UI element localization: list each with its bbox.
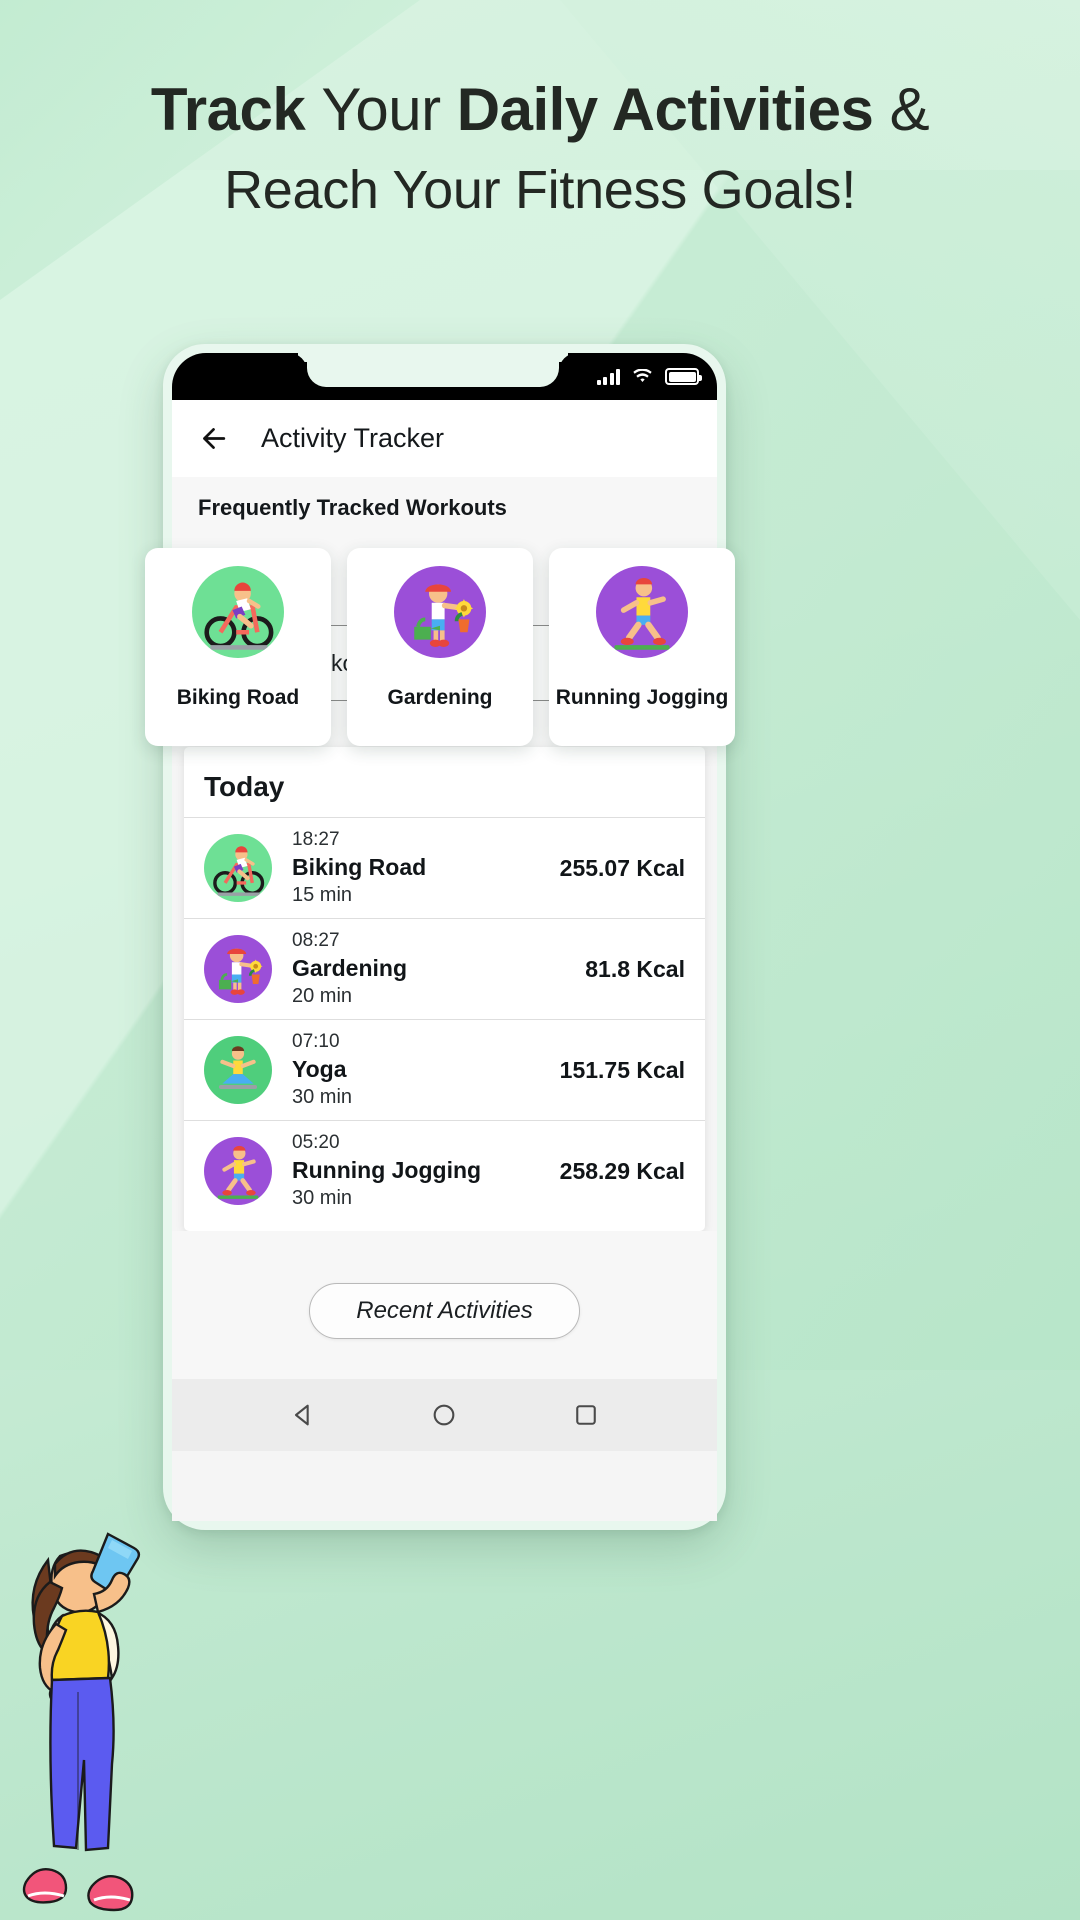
activity-calories: 255.07 Kcal [559, 854, 685, 881]
yoga-icon [204, 1036, 272, 1104]
table-row[interactable]: 07:10 Yoga 30 min 151.75 Kcal [184, 1019, 705, 1120]
workout-chip-biking-road[interactable]: Biking Road [145, 548, 331, 746]
promo-headline: Track Your Daily Activities & Reach Your… [0, 72, 1080, 224]
activity-time: 05:20 [292, 1132, 340, 1153]
runner-icon [596, 566, 688, 658]
recent-activities-button[interactable]: Recent Activities [309, 1283, 580, 1339]
nav-recents-square-icon[interactable] [572, 1401, 600, 1429]
phone-notch [289, 353, 577, 387]
activity-info: 05:20 Running Jogging 30 min [292, 1132, 540, 1210]
page-title: Activity Tracker [261, 423, 445, 453]
app-bar: Activity Tracker [172, 400, 717, 477]
activity-info: 18:27 Biking Road 15 min [292, 829, 540, 907]
status-bar [172, 353, 717, 400]
nav-back-triangle-icon[interactable] [289, 1401, 317, 1429]
activity-info: 08:27 Gardening 20 min [292, 930, 565, 1008]
workout-chip-label: Running Jogging [555, 686, 729, 709]
workout-chip-label: Biking Road [176, 686, 300, 709]
headline-track: Track [150, 76, 322, 143]
headline-daily-activities: Daily Activities [456, 76, 874, 143]
activity-duration: 30 min [292, 1187, 353, 1209]
activity-calories: 258.29 Kcal [559, 1157, 685, 1184]
table-row[interactable]: 05:20 Running Jogging 30 min 258.29 Kcal [184, 1120, 705, 1221]
activity-name: Yoga [292, 1056, 347, 1082]
frequently-tracked-section: Frequently Tracked Workouts [172, 477, 717, 529]
activity-calories: 81.8 Kcal [585, 955, 685, 982]
activity-time: 08:27 [292, 930, 340, 951]
today-activity-card: Today 18:27 Biking Road 15 min 255.07 Kc… [184, 747, 705, 1231]
woman-drinking-water-illustration [0, 1520, 215, 1920]
activity-name: Biking Road [292, 854, 427, 880]
workout-chip-label: Gardening [387, 686, 493, 709]
activity-name: Running Jogging [292, 1157, 482, 1183]
headline-ampersand: & [873, 76, 930, 143]
cyclist-icon [192, 566, 284, 658]
headline-your: Your [321, 76, 457, 143]
workout-chip-gardening[interactable]: Gardening [347, 548, 533, 746]
activity-duration: 20 min [292, 985, 353, 1007]
activity-info: 07:10 Yoga 30 min [292, 1031, 540, 1109]
activity-name: Gardening [292, 955, 408, 981]
status-bar-icons [596, 353, 702, 400]
back-arrow-icon[interactable] [198, 423, 229, 454]
frequently-tracked-title: Frequently Tracked Workouts [198, 495, 507, 520]
gardening-icon [204, 935, 272, 1003]
workout-chip-running-jogging[interactable]: Running Jogging [549, 548, 735, 746]
signal-bars-icon [596, 368, 620, 385]
wifi-icon [631, 368, 654, 385]
recent-activities-section: Recent Activities [172, 1231, 717, 1379]
activity-calories: 151.75 Kcal [559, 1056, 685, 1083]
headline-line-1: Track Your Daily Activities & [0, 72, 1080, 148]
activity-duration: 30 min [292, 1086, 353, 1108]
table-row[interactable]: 18:27 Biking Road 15 min 255.07 Kcal [184, 817, 705, 918]
phone-mockup: Activity Tracker Frequently Tracked Work… [163, 344, 726, 1530]
cyclist-icon [204, 834, 272, 902]
battery-full-icon [665, 368, 702, 385]
runner-icon [204, 1137, 272, 1205]
activity-time: 18:27 [292, 829, 340, 850]
today-heading: Today [204, 771, 285, 802]
frequently-tracked-workouts-list: Biking Road Gardening Running Jogging [145, 548, 935, 746]
gardening-icon [394, 566, 486, 658]
nav-home-circle-icon[interactable] [430, 1401, 458, 1429]
phone-screen: Activity Tracker Frequently Tracked Work… [172, 353, 717, 1521]
android-nav-bar [172, 1379, 717, 1451]
activity-duration: 15 min [292, 884, 353, 906]
activity-time: 07:10 [292, 1031, 340, 1052]
headline-line-2: Reach Your Fitness Goals! [224, 159, 856, 220]
table-row[interactable]: 08:27 Gardening 20 min 81.8 Kcal [184, 918, 705, 1019]
